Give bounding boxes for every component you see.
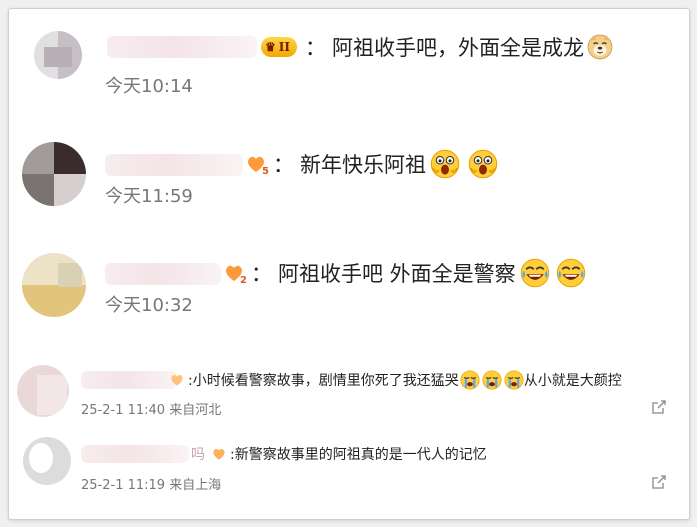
reply-line: 吗 :新警察故事里的阿祖真的是一代人的记忆 xyxy=(191,443,487,465)
comment-text: 阿祖收手吧 外面全是警察 xyxy=(278,262,516,286)
comment-separator: ： xyxy=(273,153,294,177)
comment-separator: ： xyxy=(305,36,326,60)
avatar[interactable] xyxy=(17,365,69,417)
reply-meta: 25-2-1 11:40 来自河北 xyxy=(81,403,222,418)
username-blurred[interactable] xyxy=(105,263,221,285)
crown-icon: ♛ xyxy=(265,40,276,54)
vip-level: II xyxy=(278,40,290,54)
comment-time: 今天11:59 xyxy=(105,186,193,207)
comment-time: 今天10:14 xyxy=(105,76,193,97)
reply-text-tail: 从小就是大颜控 xyxy=(523,373,622,389)
avatar[interactable] xyxy=(23,437,71,485)
laugh-cry-emoji xyxy=(556,258,586,288)
level-number: 2 xyxy=(240,275,247,286)
reply-meta: 25-2-1 11:19 来自上海 xyxy=(81,478,222,493)
reply-text: :新警察故事里的阿祖真的是一代人的记忆 xyxy=(230,447,487,463)
username-blurred[interactable] xyxy=(81,371,177,389)
username-blurred[interactable] xyxy=(105,154,243,176)
comment-line: 2 ： 阿祖收手吧 外面全是警察 xyxy=(223,257,586,289)
level-badge: 2 xyxy=(223,263,247,286)
username-tail[interactable]: 吗 xyxy=(191,444,205,464)
heart-badge-icon xyxy=(213,448,225,460)
comment-text: 阿祖收手吧，外面全是成龙 xyxy=(332,36,584,60)
crying-emoji xyxy=(481,370,502,390)
heart-badge-icon xyxy=(171,374,183,386)
vip-crown-badge: ♛ II xyxy=(261,37,297,57)
comment-line: 5 ： 新年快乐阿祖 xyxy=(245,148,498,180)
avatar[interactable] xyxy=(34,31,82,79)
comment-time: 今天10:32 xyxy=(105,295,193,316)
reply-text: :小时候看警察故事，剧情里你死了我还猛哭 xyxy=(188,373,459,389)
level-badge: 5 xyxy=(245,154,269,177)
comment-text: 新年快乐阿祖 xyxy=(300,153,426,177)
crying-emoji xyxy=(459,370,480,390)
doge-emoji xyxy=(587,34,613,60)
share-icon[interactable] xyxy=(651,474,667,490)
username-blurred[interactable] xyxy=(81,445,189,463)
comment-line: ♛ II ： 阿祖收手吧，外面全是成龙 xyxy=(261,31,613,63)
avatar[interactable] xyxy=(22,142,86,206)
level-number: 5 xyxy=(262,166,269,177)
username-blurred[interactable] xyxy=(107,36,257,58)
avatar[interactable] xyxy=(22,253,86,317)
comment-separator: ： xyxy=(251,262,272,286)
comment-list: ♛ II ： 阿祖收手吧，外面全是成龙 今天10:14 5 ： 新年快乐阿祖 今… xyxy=(8,8,690,520)
crying-emoji xyxy=(503,370,524,390)
scared-emoji xyxy=(468,149,498,179)
share-icon[interactable] xyxy=(651,399,667,415)
laugh-cry-emoji xyxy=(520,258,550,288)
scared-emoji xyxy=(430,149,460,179)
reply-line: :小时候看警察故事，剧情里你死了我还猛哭 从小就是大颜控 xyxy=(169,369,622,391)
